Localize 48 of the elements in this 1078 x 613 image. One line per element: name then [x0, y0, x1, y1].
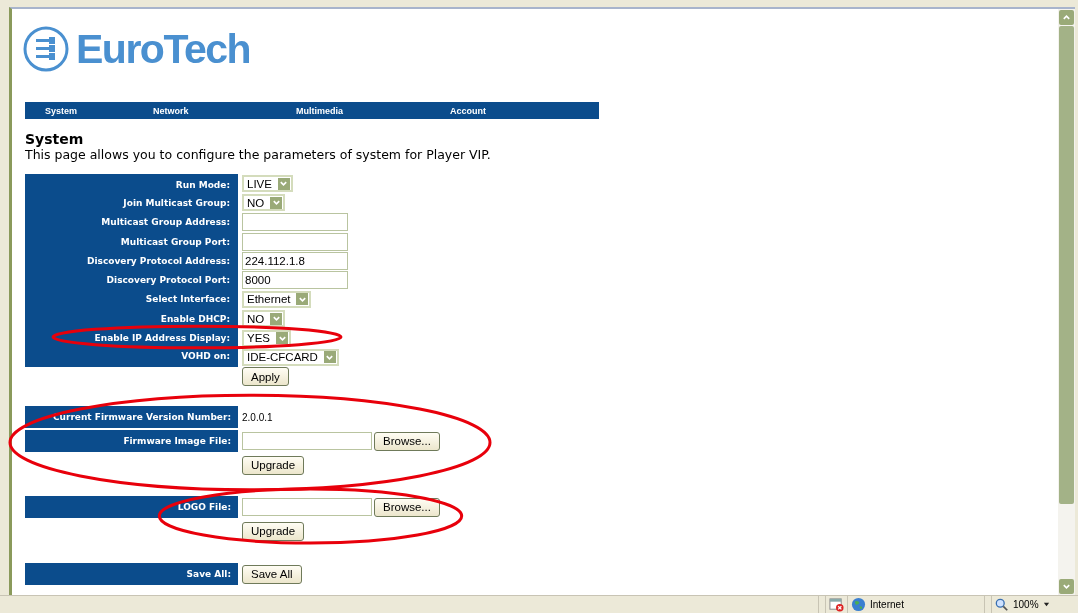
file-path-field[interactable] — [242, 432, 372, 451]
page-description: This page allows you to configure the parameters of system for Player VIP. — [25, 147, 492, 162]
field-label: Join Multicast Group: — [25, 193, 238, 213]
field-label: Run Mode: — [25, 174, 238, 194]
dropdown[interactable]: NO — [242, 310, 286, 328]
dropdown[interactable]: LIVE — [242, 175, 293, 193]
scroll-down-icon[interactable] — [1059, 579, 1074, 594]
nav-link[interactable]: Network — [153, 105, 296, 116]
field-label: Discovery Protocol Port: — [25, 270, 238, 290]
save-all-button[interactable]: Save All — [242, 564, 302, 584]
dropdown[interactable]: IDE-CFCARD — [242, 348, 339, 366]
file-path-field[interactable] — [242, 498, 372, 517]
zoom-level[interactable]: 100% — [1013, 599, 1039, 610]
dropdown[interactable]: YES — [242, 329, 291, 347]
dropdown[interactable]: NO — [242, 194, 286, 212]
apply-button[interactable]: Apply — [242, 367, 289, 387]
field-label: Select Interface: — [25, 289, 238, 310]
scroll-up-icon[interactable] — [1059, 10, 1074, 25]
text-field[interactable] — [242, 213, 348, 232]
field-label: VOHD on: — [25, 347, 238, 367]
nav-link[interactable]: System — [45, 105, 153, 116]
field-label: Save All: — [25, 563, 238, 586]
logo-text: EuroTech — [76, 25, 251, 73]
field-label: Firmware Image File: — [25, 430, 238, 453]
globe-icon — [851, 597, 866, 612]
caret-icon[interactable] — [1042, 601, 1050, 608]
nav-link[interactable]: Account — [450, 105, 486, 116]
zoom-icon[interactable] — [995, 597, 1009, 612]
page-heading: System — [25, 131, 85, 147]
text-field[interactable]: 8000 — [242, 271, 348, 290]
browse-button[interactable]: Browse... — [374, 497, 440, 517]
scrollbar[interactable] — [1058, 9, 1075, 595]
version-text: 2.0.0.1 — [242, 411, 273, 423]
popup-blocked-icon[interactable] — [829, 597, 844, 612]
upgrade-button[interactable]: Upgrade — [242, 455, 305, 475]
field-label: Multicast Group Port: — [25, 231, 238, 252]
field-label: Multicast Group Address: — [25, 212, 238, 232]
dropdown-arrow-icon — [276, 332, 288, 344]
zone-text: Internet — [870, 599, 904, 610]
field-label: Discovery Protocol Address: — [25, 251, 238, 271]
text-field[interactable]: 224.112.1.8 — [242, 251, 348, 270]
nav-link[interactable]: Multimedia — [296, 105, 450, 116]
upgrade-button[interactable]: Upgrade — [242, 521, 305, 541]
browse-button[interactable]: Browse... — [374, 431, 440, 451]
dropdown[interactable]: Ethernet — [242, 290, 312, 308]
field-label: LOGO File: — [25, 496, 238, 519]
logo-icon — [22, 25, 70, 73]
text-field[interactable] — [242, 232, 348, 251]
